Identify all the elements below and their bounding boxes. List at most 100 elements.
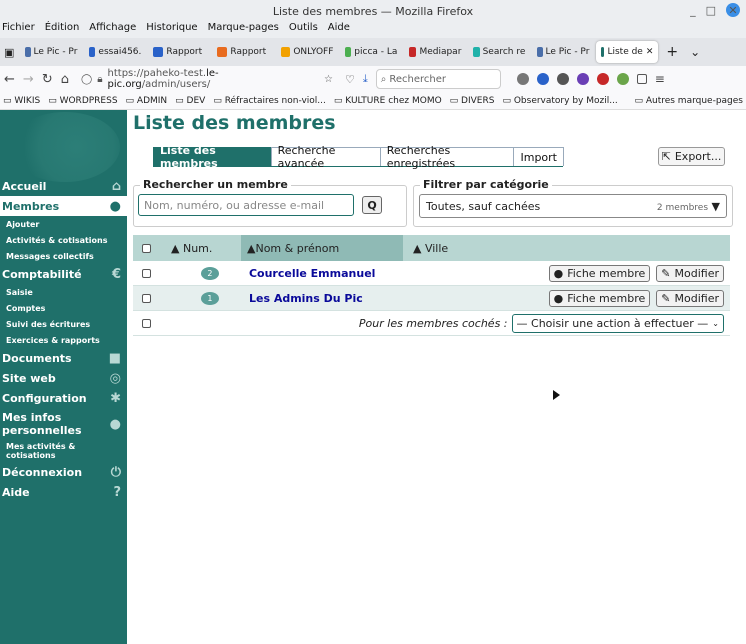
- tab-0[interactable]: Liste des membres: [153, 144, 272, 170]
- menu-icon[interactable]: ≡: [655, 72, 665, 86]
- tab-favicon-icon: [345, 47, 352, 57]
- sidebar-item-mes-activit-s-cotisations[interactable]: Mes activités & cotisations: [0, 440, 127, 462]
- tab-list-icon[interactable]: ▣: [4, 46, 14, 59]
- content-tabs: Liste des membres Recherche avancée Recher…: [153, 144, 564, 170]
- tab-2[interactable]: Recherches enregistrées: [379, 144, 515, 170]
- row-checkbox[interactable]: [142, 293, 151, 303]
- menu-5[interactable]: Outils: [289, 22, 318, 38]
- sidebar: Accueil ⌂ Membres ● Ajouter Activités & cotis…: [0, 110, 127, 644]
- bookmark-item[interactable]: ▭ DIVERS: [450, 96, 495, 106]
- sidebar-item-documents[interactable]: Documents ■: [0, 348, 127, 368]
- browser-tab[interactable]: Search re: [468, 41, 530, 63]
- share-icon[interactable]: [636, 74, 647, 84]
- bulk-action-select[interactable]: — Choisir une action à effectuer — ⌄: [511, 313, 724, 333]
- new-tab-icon[interactable]: +: [666, 44, 678, 60]
- browser-tab[interactable]: ONLYOFF: [276, 41, 338, 63]
- download-icon[interactable]: ⤓: [363, 72, 368, 86]
- browser-tab[interactable]: picca - La: [340, 41, 402, 63]
- fiche-membre-button[interactable]: ● Fiche membre: [548, 289, 651, 307]
- extension-icon[interactable]: [596, 73, 609, 85]
- tab-label: Rapport: [230, 47, 267, 57]
- fiche-membre-button[interactable]: ● Fiche membre: [548, 264, 651, 282]
- browser-tab[interactable]: Le Pic - Pr: [532, 41, 594, 63]
- browser-tab[interactable]: Mediapar: [404, 41, 466, 63]
- bookmark-item[interactable]: ▭ Observatory by Mozil...: [502, 96, 617, 106]
- category-select[interactable]: Toutes, sauf cachées 2 membres ▼: [419, 194, 727, 218]
- forward-icon[interactable]: →: [23, 72, 34, 87]
- home-nav-icon[interactable]: ⌂: [61, 72, 69, 87]
- back-icon[interactable]: ←: [4, 72, 15, 87]
- member-name-link[interactable]: Les Admins Du Pic: [249, 292, 549, 305]
- sidebar-item-comptes[interactable]: Comptes: [0, 300, 127, 316]
- power-icon: ⏻: [110, 464, 121, 480]
- column-city[interactable]: ▲ Ville: [413, 242, 448, 255]
- browser-tab[interactable]: Rapport: [148, 41, 210, 63]
- url-bar[interactable]: ◯ 🔒︎ https://paheko-test.le-pic.org/admi…: [77, 68, 337, 90]
- bookmarks-bar: ▭ WIKIS ▭ WORDPRESS ▭ ADMIN ▭ DEV ▭ Réfracta…: [0, 92, 746, 110]
- column-name[interactable]: ▲ Nom & prénom: [241, 235, 403, 261]
- menu-1[interactable]: Édition: [45, 22, 80, 38]
- browser-tab[interactable]: Liste de ✕: [596, 41, 659, 63]
- browser-search-input[interactable]: ⌕ Rechercher: [375, 69, 501, 89]
- maximize-icon[interactable]: □: [706, 4, 716, 17]
- sidebar-item-configuration[interactable]: Configuration ✱: [0, 388, 127, 408]
- reload-icon[interactable]: ↻: [42, 72, 53, 87]
- sidebar-item-aide[interactable]: Aide?: [0, 482, 127, 502]
- sidebar-item-membres[interactable]: Membres ●: [0, 196, 127, 216]
- modifier-button[interactable]: ✎ Modifier: [656, 264, 724, 282]
- sidebar-item-d-connexion[interactable]: Déconnexion ⏻: [0, 462, 127, 482]
- modifier-button[interactable]: ✎ Modifier: [656, 289, 724, 307]
- sidebar-item-ajouter[interactable]: Ajouter: [0, 216, 127, 232]
- row-checkbox[interactable]: [142, 318, 151, 328]
- table-row: 2 Courcelle Emmanuel ● Fiche membre ✎ Modifie…: [133, 261, 730, 286]
- bookmark-item[interactable]: ▭ WIKIS: [3, 96, 40, 106]
- menu-2[interactable]: Affichage: [89, 22, 136, 38]
- tab-favicon-icon: [409, 47, 417, 57]
- bookmark-item[interactable]: ▭ ADMIN: [126, 96, 168, 106]
- extension-icon[interactable]: [616, 73, 629, 85]
- bookmark-item[interactable]: ▭ KULTURE chez MOMO: [334, 96, 442, 106]
- sidebar-item-suivi-des-critures[interactable]: Suivi des écritures: [0, 316, 127, 332]
- extension-icon[interactable]: [576, 73, 589, 85]
- extension-icon[interactable]: [536, 73, 549, 85]
- select-all-checkbox[interactable]: [142, 243, 151, 253]
- search-button[interactable]: Q: [362, 196, 382, 214]
- bookmark-item[interactable]: ▭ Autres marque-pages: [634, 96, 743, 106]
- sidebar-item-messages-collectifs[interactable]: Messages collectifs: [0, 248, 127, 264]
- extension-icon[interactable]: [516, 73, 529, 85]
- sidebar-item-exercices-rapports[interactable]: Exercices & rapports: [0, 332, 127, 348]
- member-name-link[interactable]: Courcelle Emmanuel: [249, 267, 549, 280]
- extension-icon[interactable]: [556, 73, 569, 85]
- tab-label: essai456.: [98, 47, 142, 57]
- sidebar-item-comptabilit-[interactable]: Comptabilité €: [0, 264, 127, 284]
- column-num[interactable]: ▲ Num.: [171, 242, 241, 255]
- menu-0[interactable]: Fichier: [2, 22, 35, 38]
- chevron-down-icon[interactable]: ⌄: [690, 45, 700, 59]
- browser-tab[interactable]: Rapport: [212, 41, 274, 63]
- member-search-input[interactable]: Nom, numéro, ou adresse e-mail: [138, 194, 354, 216]
- bookmark-item[interactable]: ▭ Réfractaires non-viol...: [213, 96, 326, 106]
- menu-3[interactable]: Historique: [146, 22, 197, 38]
- home-icon: ⌂: [111, 178, 121, 194]
- sidebar-item-accueil[interactable]: Accueil ⌂: [0, 176, 127, 196]
- folder-icon: ▭: [125, 95, 137, 106]
- close-icon[interactable]: ✕: [726, 3, 740, 17]
- sidebar-item-saisie[interactable]: Saisie: [0, 284, 127, 300]
- menu-4[interactable]: Marque-pages: [208, 22, 279, 38]
- close-tab-icon[interactable]: ✕: [646, 47, 654, 57]
- pocket-icon[interactable]: ♡: [345, 73, 355, 86]
- bookmark-item[interactable]: ▭ DEV: [175, 96, 205, 106]
- bookmark-item[interactable]: ▭ WORDPRESS: [48, 96, 117, 106]
- sidebar-item-site-web[interactable]: Site web ◎: [0, 368, 127, 388]
- minimize-icon[interactable]: _: [690, 4, 696, 17]
- menu-6[interactable]: Aide: [328, 22, 350, 38]
- tab-3[interactable]: Import: [513, 147, 564, 166]
- row-checkbox[interactable]: [142, 268, 151, 278]
- browser-tab[interactable]: Le Pic - Pr: [20, 41, 82, 63]
- sidebar-item-activit-s-cotisations[interactable]: Activités & cotisations: [0, 232, 127, 248]
- export-button[interactable]: ⇱ Export...: [658, 147, 725, 166]
- browser-tab[interactable]: essai456.: [84, 41, 146, 63]
- sidebar-item-mes-infos-personnelles[interactable]: Mes infos personnelles ●: [0, 408, 127, 440]
- bookmark-star-icon[interactable]: ☆: [324, 74, 333, 85]
- tab-1[interactable]: Recherche avancée: [270, 144, 381, 170]
